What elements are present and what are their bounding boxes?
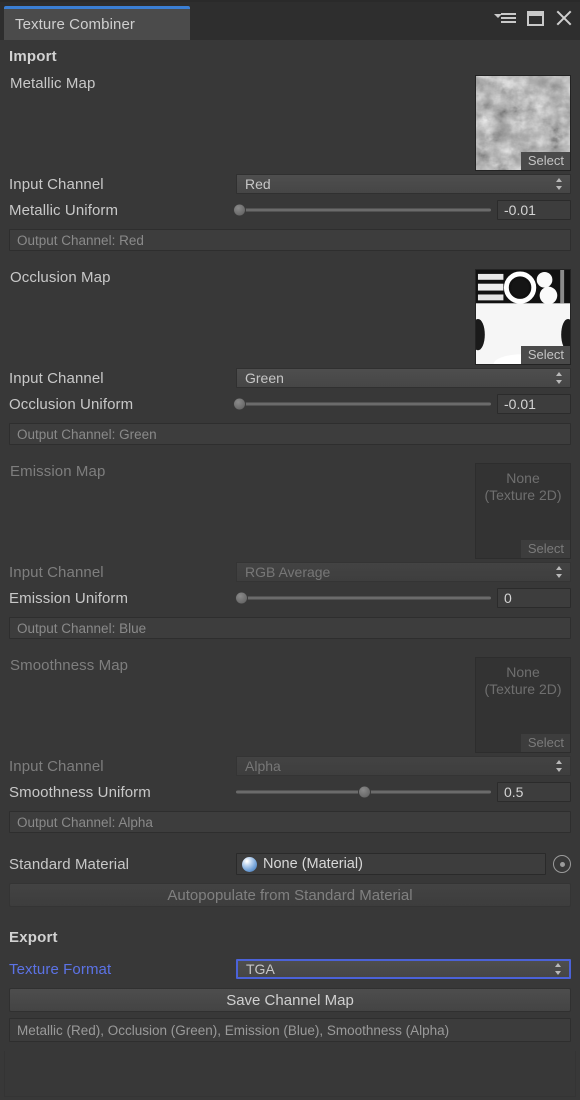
emission-input-channel-dropdown[interactable]: RGB Average <box>236 562 571 582</box>
metallic-map-thumbnail[interactable]: Select <box>475 75 571 171</box>
metallic-map-block: Metallic Map <box>9 75 571 171</box>
save-channel-map-button[interactable]: Save Channel Map <box>9 988 571 1012</box>
metallic-map-label: Metallic Map <box>10 75 95 92</box>
object-picker-icon[interactable] <box>553 855 571 873</box>
tab-texture-combiner[interactable]: Texture Combiner <box>4 6 190 40</box>
smoothness-uniform-value-field[interactable]: 0.5 <box>497 782 571 802</box>
metallic-uniform-slider[interactable] <box>236 200 491 220</box>
emission-map-label: Emission Map <box>10 463 105 480</box>
emission-input-channel-row: Input Channel RGB Average <box>9 559 571 585</box>
chevron-updown-icon <box>556 372 563 384</box>
maximize-window-icon[interactable] <box>527 11 544 26</box>
slider-track <box>236 597 491 600</box>
smoothness-input-channel-row: Input Channel Alpha <box>9 753 571 779</box>
slider-handle[interactable] <box>358 786 371 799</box>
occlusion-input-channel-value: Green <box>245 370 284 386</box>
emission-select-button[interactable]: Select <box>521 540 570 558</box>
occlusion-output-channel-bar: Output Channel: Green <box>9 423 571 445</box>
smoothness-none-text: None(Texture 2D) <box>476 664 570 698</box>
occlusion-uniform-slider[interactable] <box>236 394 491 414</box>
slider-handle[interactable] <box>233 204 246 217</box>
smoothness-select-button[interactable]: Select <box>521 734 570 752</box>
standard-material-field[interactable]: None (Material) <box>236 853 546 875</box>
occlusion-uniform-row: Occlusion Uniform -0.01 <box>9 391 571 417</box>
occlusion-input-channel-label: Input Channel <box>9 370 236 387</box>
metallic-output-channel-bar: Output Channel: Red <box>9 229 571 251</box>
smoothness-uniform-label: Smoothness Uniform <box>9 784 236 801</box>
emission-map-thumbnail[interactable]: None(Texture 2D) Select <box>475 463 571 559</box>
window-controls <box>494 10 572 26</box>
standard-material-value: None (Material) <box>263 856 363 872</box>
export-summary-bar: Metallic (Red), Occlusion (Green), Emiss… <box>9 1018 571 1042</box>
emission-output-channel-bar: Output Channel: Blue <box>9 617 571 639</box>
close-icon[interactable] <box>555 10 572 26</box>
emission-map-block: Emission Map None(Texture 2D) Select <box>9 463 571 559</box>
occlusion-input-channel-row: Input Channel Green <box>9 365 571 391</box>
slider-handle[interactable] <box>235 592 248 605</box>
window-titlebar: Texture Combiner <box>0 0 580 40</box>
occlusion-uniform-label: Occlusion Uniform <box>9 396 236 413</box>
emission-uniform-slider[interactable] <box>236 588 491 608</box>
texture-format-row: Texture Format TGA <box>9 956 571 982</box>
occlusion-uniform-value-field[interactable]: -0.01 <box>497 394 571 414</box>
standard-material-label: Standard Material <box>9 856 236 873</box>
autopopulate-button[interactable]: Autopopulate from Standard Material <box>9 883 571 907</box>
metallic-input-channel-row: Input Channel Red <box>9 171 571 197</box>
import-heading: Import <box>9 48 571 65</box>
emission-uniform-value-field[interactable]: 0 <box>497 588 571 608</box>
emission-uniform-label: Emission Uniform <box>9 590 236 607</box>
occlusion-map-block: Occlusion Map Select <box>9 269 571 365</box>
material-sphere-icon <box>242 857 257 872</box>
smoothness-map-thumbnail[interactable]: None(Texture 2D) Select <box>475 657 571 753</box>
texture-format-value: TGA <box>246 961 275 977</box>
chevron-updown-icon <box>555 963 562 975</box>
slider-track <box>236 209 491 212</box>
metallic-input-channel-value: Red <box>245 176 271 192</box>
smoothness-input-channel-value: Alpha <box>245 758 281 774</box>
standard-material-row: Standard Material None (Material) <box>9 851 571 877</box>
emission-input-channel-value: RGB Average <box>245 564 330 580</box>
smoothness-uniform-row: Smoothness Uniform 0.5 <box>9 779 571 805</box>
export-heading: Export <box>9 929 571 946</box>
chevron-updown-icon <box>556 566 563 578</box>
metallic-select-button[interactable]: Select <box>521 152 570 170</box>
smoothness-input-channel-label: Input Channel <box>9 758 236 775</box>
slider-track <box>236 403 491 406</box>
slider-handle[interactable] <box>233 398 246 411</box>
window-bottom-frame <box>4 1051 576 1097</box>
smoothness-output-channel-bar: Output Channel: Alpha <box>9 811 571 833</box>
metallic-uniform-row: Metallic Uniform -0.01 <box>9 197 571 223</box>
occlusion-map-thumbnail[interactable]: Select <box>475 269 571 365</box>
texture-format-dropdown[interactable]: TGA <box>236 959 571 979</box>
tab-label: Texture Combiner <box>15 16 135 33</box>
occlusion-select-button[interactable]: Select <box>521 346 570 364</box>
occlusion-map-label: Occlusion Map <box>10 269 111 286</box>
texture-combiner-window: Texture Combiner Import Metallic Map <box>0 0 580 1100</box>
texture-format-label: Texture Format <box>9 961 236 978</box>
smoothness-uniform-slider[interactable] <box>236 782 491 802</box>
emission-none-text: None(Texture 2D) <box>476 470 570 504</box>
hamburger-menu-icon[interactable] <box>494 11 516 25</box>
smoothness-map-label: Smoothness Map <box>10 657 128 674</box>
smoothness-map-block: Smoothness Map None(Texture 2D) Select <box>9 657 571 753</box>
metallic-uniform-label: Metallic Uniform <box>9 202 236 219</box>
metallic-input-channel-dropdown[interactable]: Red <box>236 174 571 194</box>
window-content: Import Metallic Map <box>0 40 580 1042</box>
chevron-updown-icon <box>556 760 563 772</box>
metallic-input-channel-label: Input Channel <box>9 176 236 193</box>
metallic-uniform-value-field[interactable]: -0.01 <box>497 200 571 220</box>
smoothness-input-channel-dropdown[interactable]: Alpha <box>236 756 571 776</box>
chevron-updown-icon <box>556 178 563 190</box>
occlusion-input-channel-dropdown[interactable]: Green <box>236 368 571 388</box>
emission-input-channel-label: Input Channel <box>9 564 236 581</box>
emission-uniform-row: Emission Uniform 0 <box>9 585 571 611</box>
